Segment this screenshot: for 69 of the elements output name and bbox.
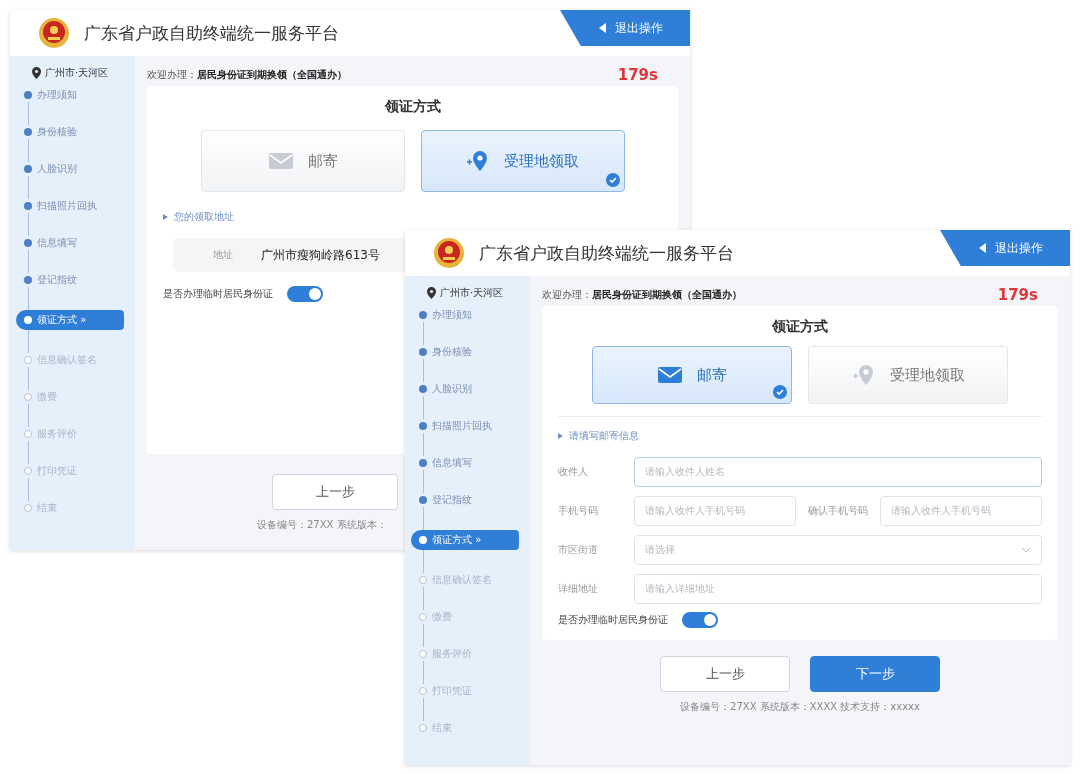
device-info: 设备编号：27XX 系统版本：XXXX 技术支持：xxxxx	[680, 700, 920, 714]
subsection-title: 请填写邮寄信息	[569, 429, 639, 443]
device-info: 设备编号：27XX 系统版本：	[257, 518, 387, 532]
exit-button[interactable]: 退出操作	[560, 10, 690, 46]
service-name: 居民身份证到期换领（全国通办）	[592, 288, 742, 302]
check-icon	[773, 385, 787, 399]
service-name: 居民身份证到期换领（全国通办）	[197, 68, 347, 82]
toggle-label: 是否办理临时居民身份证	[558, 613, 668, 627]
location-pin-icon	[32, 67, 41, 79]
step-item: 身份核验	[16, 125, 124, 139]
app-title: 广东省户政自助终端统一服务平台	[84, 21, 339, 45]
subsection-title: 您的领取地址	[174, 210, 234, 224]
input-field[interactable]: 请输入收件人姓名	[634, 457, 1042, 487]
delivery-option[interactable]: 受理地领取	[420, 130, 625, 192]
toggle-switch[interactable]	[682, 612, 718, 628]
delivery-option[interactable]: 邮寄	[200, 130, 405, 192]
field-label: 详细地址	[558, 582, 599, 596]
welcome-label: 欢迎办理：	[147, 68, 197, 82]
countdown: 179s	[617, 66, 658, 84]
chevron-down-icon	[1021, 547, 1031, 553]
location-text: 广州市·天河区	[45, 66, 109, 80]
step-item: 登记指纹	[411, 493, 519, 507]
location-pin-icon	[466, 150, 490, 172]
triangle-icon	[163, 214, 168, 220]
toggle-label: 是否办理临时居民身份证	[163, 287, 273, 301]
step-item: 缴费	[411, 610, 519, 624]
step-item: 登记指纹	[16, 273, 124, 287]
step-item: 人脸识别	[411, 382, 519, 396]
delivery-option[interactable]: 邮寄	[592, 346, 792, 404]
back-arrow-icon	[599, 23, 607, 33]
step-item: 信息填写	[16, 236, 124, 250]
field-label: 确认手机号码	[808, 504, 868, 518]
step-item: 领证方式 »	[411, 530, 519, 550]
step-item: 人脸识别	[16, 162, 124, 176]
envelope-icon	[267, 152, 294, 170]
field-label: 收件人	[558, 465, 589, 479]
section-title: 领证方式	[772, 318, 828, 336]
check-icon	[605, 173, 620, 187]
emblem-icon	[38, 17, 70, 49]
triangle-icon	[558, 433, 563, 439]
step-item: 身份核验	[411, 345, 519, 359]
input-field[interactable]: 请输入收件人手机号码	[880, 496, 1042, 526]
section-title: 领证方式	[384, 98, 441, 116]
select-field[interactable]: 请选择	[634, 535, 1042, 565]
step-item: 缴费	[16, 390, 124, 404]
delivery-option[interactable]: 受理地领取	[808, 346, 1008, 404]
back-button[interactable]: 上一步	[660, 656, 790, 692]
location-pin-icon	[851, 364, 876, 386]
step-item: 办理须知	[411, 308, 519, 322]
input-field[interactable]: 请输入收件人手机号码	[634, 496, 796, 526]
field-label: 市区街道	[558, 543, 599, 557]
toggle-switch[interactable]	[287, 286, 323, 302]
back-arrow-icon	[979, 243, 987, 253]
envelope-icon	[657, 366, 683, 384]
back-button[interactable]: 上一步	[272, 474, 398, 510]
emblem-icon	[433, 237, 465, 269]
next-button[interactable]: 下一步	[810, 656, 940, 692]
step-item: 信息填写	[411, 456, 519, 470]
step-item: 领证方式 »	[16, 310, 124, 330]
welcome-label: 欢迎办理：	[542, 288, 592, 302]
step-item: 扫描照片回执	[411, 419, 519, 433]
exit-button[interactable]: 退出操作	[940, 230, 1070, 266]
location-text: 广州市·天河区	[440, 286, 504, 300]
field-label: 手机号码	[558, 504, 599, 518]
location-pin-icon	[427, 287, 436, 299]
step-item: 办理须知	[16, 88, 124, 102]
app-title: 广东省户政自助终端统一服务平台	[479, 241, 734, 265]
step-item: 扫描照片回执	[16, 199, 124, 213]
countdown: 179s	[997, 286, 1038, 304]
